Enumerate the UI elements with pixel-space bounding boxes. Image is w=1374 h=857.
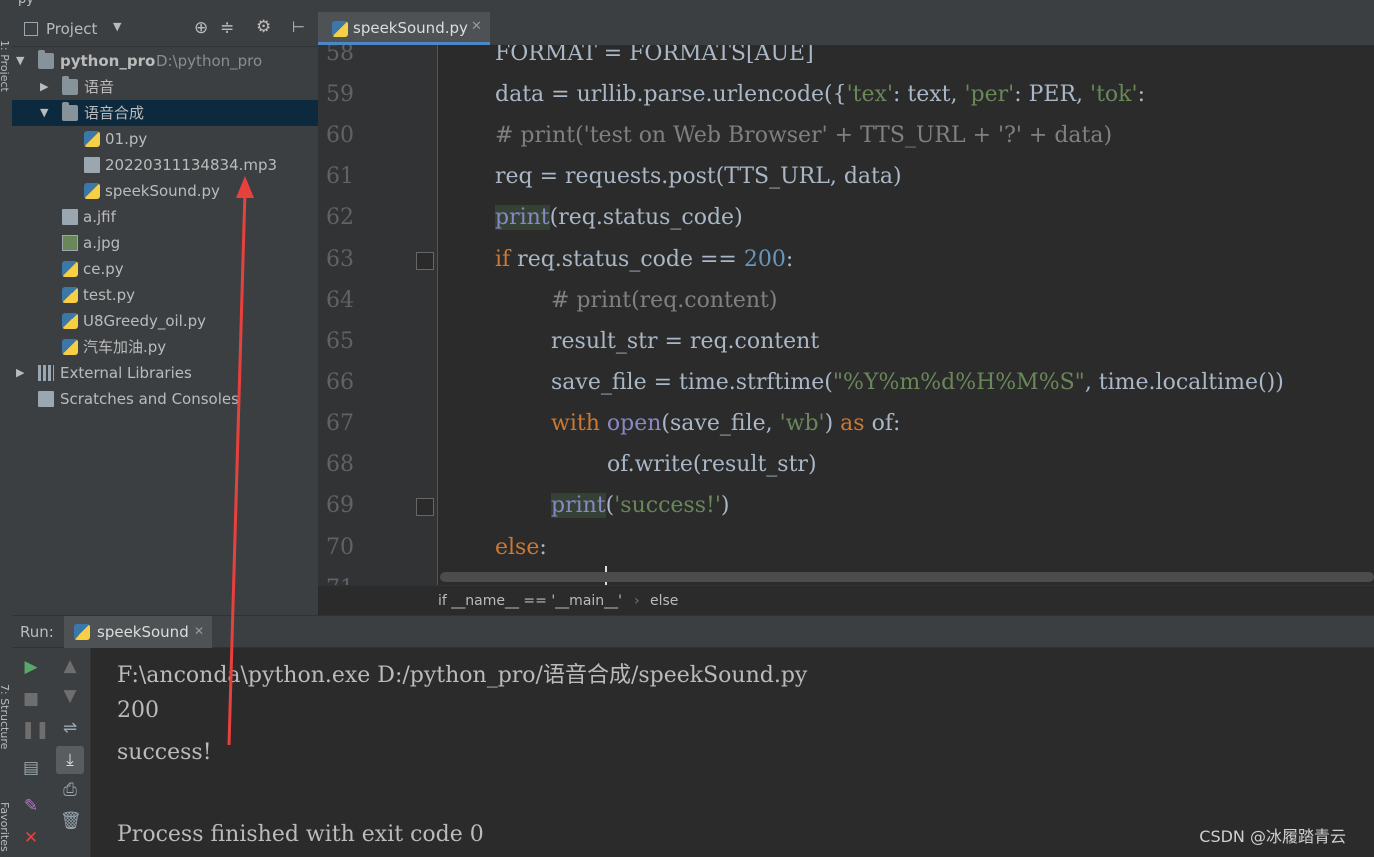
watermark: CSDN @冰履踏青云	[1199, 827, 1346, 846]
arrow-shaft	[227, 189, 247, 746]
arrow-head	[236, 176, 254, 198]
annotation-arrow	[227, 176, 254, 746]
